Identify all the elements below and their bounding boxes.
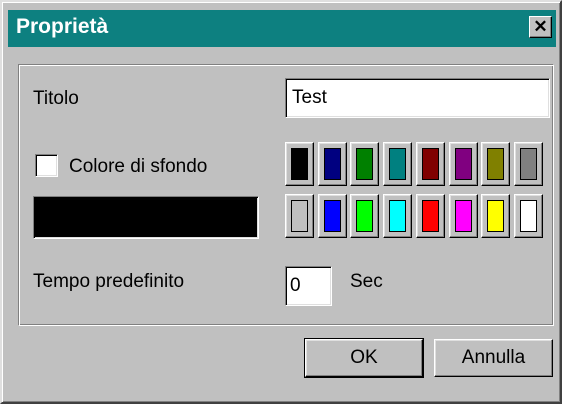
background-color-preview bbox=[33, 196, 259, 239]
color-swatch[interactable] bbox=[514, 142, 543, 186]
color-swatch[interactable] bbox=[481, 142, 510, 186]
color-swatch[interactable] bbox=[481, 194, 510, 238]
background-color-label[interactable]: Colore di sfondo bbox=[69, 156, 207, 178]
color-swatch[interactable] bbox=[285, 142, 314, 186]
color-swatch[interactable] bbox=[285, 194, 314, 238]
color-swatch[interactable] bbox=[449, 142, 478, 186]
color-swatch-fill bbox=[291, 148, 308, 180]
color-swatch-fill bbox=[520, 148, 537, 180]
ok-button[interactable]: OK bbox=[304, 338, 424, 378]
color-swatch[interactable] bbox=[514, 194, 543, 238]
color-swatch-fill bbox=[455, 148, 472, 180]
properties-dialog: Proprietà ✕ Titolo Test Colore di sfondo… bbox=[0, 0, 562, 404]
color-swatch-fill bbox=[487, 200, 504, 232]
color-swatch[interactable] bbox=[383, 142, 412, 186]
close-button[interactable]: ✕ bbox=[529, 16, 552, 38]
close-icon: ✕ bbox=[533, 17, 548, 36]
color-swatch-fill bbox=[455, 200, 472, 232]
color-swatch-fill bbox=[356, 200, 373, 232]
color-swatch[interactable] bbox=[383, 194, 412, 238]
color-swatch-fill bbox=[422, 148, 439, 180]
color-swatch-fill bbox=[422, 200, 439, 232]
color-swatch[interactable] bbox=[449, 194, 478, 238]
color-palette bbox=[285, 142, 547, 244]
default-time-input[interactable]: 0 bbox=[285, 266, 332, 306]
title-input[interactable]: Test bbox=[285, 78, 550, 118]
color-swatch[interactable] bbox=[350, 142, 379, 186]
color-swatch-fill bbox=[356, 148, 373, 180]
color-swatch[interactable] bbox=[318, 142, 347, 186]
dialog-title: Proprietà bbox=[16, 15, 109, 38]
color-swatch[interactable] bbox=[318, 194, 347, 238]
color-swatch-fill bbox=[324, 148, 341, 180]
time-unit-label: Sec bbox=[350, 271, 383, 292]
background-color-checkbox[interactable] bbox=[35, 154, 58, 177]
color-swatch-fill bbox=[487, 148, 504, 180]
title-bar[interactable]: Proprietà ✕ bbox=[8, 10, 556, 47]
default-time-label: Tempo predefinito bbox=[33, 271, 185, 292]
color-swatch-fill bbox=[520, 200, 537, 232]
title-input-value: Test bbox=[292, 87, 327, 108]
default-time-input-value: 0 bbox=[290, 275, 301, 296]
color-swatch[interactable] bbox=[416, 194, 445, 238]
color-swatch-fill bbox=[389, 200, 406, 232]
color-swatch-fill bbox=[389, 148, 406, 180]
cancel-button[interactable]: Annulla bbox=[434, 339, 553, 377]
color-swatch-fill bbox=[324, 200, 341, 232]
color-swatch[interactable] bbox=[350, 194, 379, 238]
color-swatch-fill bbox=[291, 200, 308, 232]
color-swatch[interactable] bbox=[416, 142, 445, 186]
title-label: Titolo bbox=[33, 88, 79, 109]
